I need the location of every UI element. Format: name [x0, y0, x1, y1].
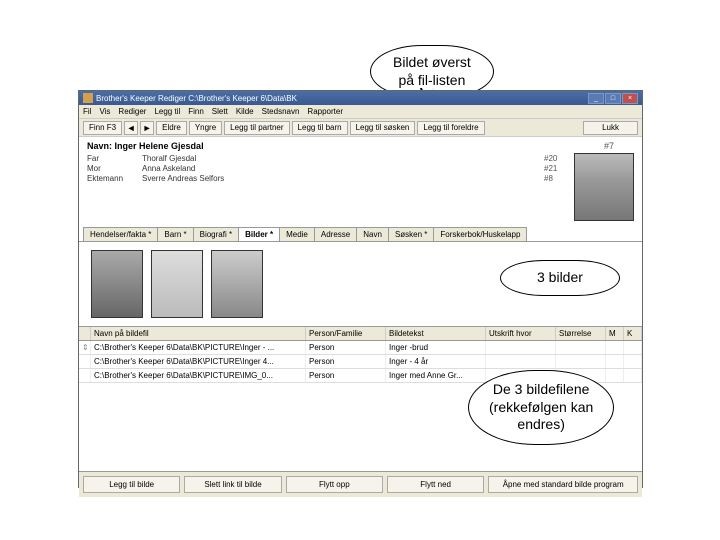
tab-sosken[interactable]: Søsken *: [388, 227, 434, 241]
col-k[interactable]: K: [624, 327, 642, 340]
tab-barn[interactable]: Barn *: [157, 227, 193, 241]
legg-bilde-button[interactable]: Legg til bilde: [83, 476, 180, 493]
relation-ektemann: Ektemann Sverre Andreas Selfors #8: [87, 174, 574, 183]
col-str[interactable]: Størrelse: [556, 327, 606, 340]
slett-link-button[interactable]: Slett link til bilde: [184, 476, 281, 493]
apne-button[interactable]: Åpne med standard bilde program: [488, 476, 638, 493]
relation-far: Far Thoralf Gjesdal #20: [87, 154, 574, 163]
thumbnail-3[interactable]: [211, 250, 263, 318]
drag-handle-icon[interactable]: [79, 355, 91, 368]
next-button[interactable]: ►: [140, 121, 154, 135]
thumbnail-1[interactable]: [91, 250, 143, 318]
menubar: Fil Vis Rediger Legg til Finn Slett Kild…: [79, 105, 642, 119]
tab-adresse[interactable]: Adresse: [314, 227, 357, 241]
tabs: Hendelser/fakta * Barn * Biografi * Bild…: [79, 227, 642, 242]
menu-finn[interactable]: Finn: [188, 107, 204, 116]
menu-fil[interactable]: Fil: [83, 107, 91, 116]
col-utskrift[interactable]: Utskrift hvor: [486, 327, 556, 340]
col-pf[interactable]: Person/Familie: [306, 327, 386, 340]
tab-bilder[interactable]: Bilder *: [238, 227, 280, 241]
person-name: Inger Helene Gjesdal: [115, 141, 204, 151]
menu-leggtil[interactable]: Legg til: [154, 107, 180, 116]
thumbnail-2[interactable]: [151, 250, 203, 318]
file-row-1[interactable]: ⇕ C:\Brother's Keeper 6\Data\BK\PICTURE\…: [79, 341, 642, 355]
tab-navn[interactable]: Navn: [356, 227, 389, 241]
titlebar-text: Brother's Keeper Rediger C:\Brother's Ke…: [96, 94, 588, 103]
legg-sosken-button[interactable]: Legg til søsken: [350, 121, 416, 135]
tab-medie[interactable]: Medie: [279, 227, 315, 241]
find-button[interactable]: Finn F3: [83, 121, 122, 135]
menu-rapporter[interactable]: Rapporter: [307, 107, 343, 116]
file-table-header: Navn på bildefil Person/Familie Bildetek…: [79, 326, 642, 341]
menu-slett[interactable]: Slett: [212, 107, 228, 116]
flytt-opp-button[interactable]: Flytt opp: [286, 476, 383, 493]
tab-forskerbok[interactable]: Forskerbok/Huskelapp: [433, 227, 527, 241]
info-section: Navn: Inger Helene Gjesdal Far Thoralf G…: [79, 137, 642, 225]
prev-button[interactable]: ◄: [124, 121, 138, 135]
close-button[interactable]: ×: [622, 93, 638, 104]
col-m[interactable]: M: [606, 327, 624, 340]
eldre-button[interactable]: Eldre: [156, 121, 187, 135]
toolbar: Finn F3 ◄ ► Eldre Yngre Legg til partner…: [79, 119, 642, 137]
bottom-toolbar: Legg til bilde Slett link til bilde Flyt…: [79, 471, 642, 497]
tab-biografi[interactable]: Biografi *: [193, 227, 239, 241]
portrait-image[interactable]: [574, 153, 634, 221]
titlebar: Brother's Keeper Rediger C:\Brother's Ke…: [79, 91, 642, 105]
legg-partner-button[interactable]: Legg til partner: [224, 121, 289, 135]
lukk-button[interactable]: Lukk: [583, 121, 638, 135]
name-row: Navn: Inger Helene Gjesdal: [87, 141, 574, 151]
tab-hendelser[interactable]: Hendelser/fakta *: [83, 227, 158, 241]
name-label: Navn:: [87, 141, 112, 151]
callout-bottom: De 3 bildefilene(rekkefølgen kanendres): [468, 370, 614, 445]
person-id: #7: [604, 141, 634, 151]
file-row-2[interactable]: C:\Brother's Keeper 6\Data\BK\PICTURE\In…: [79, 355, 642, 369]
drag-handle-icon[interactable]: [79, 369, 91, 382]
minimize-button[interactable]: _: [588, 93, 604, 104]
legg-foreldre-button[interactable]: Legg til foreldre: [417, 121, 484, 135]
callout-mid: 3 bilder: [500, 260, 620, 296]
maximize-button[interactable]: □: [605, 93, 621, 104]
legg-barn-button[interactable]: Legg til barn: [292, 121, 348, 135]
menu-kilde[interactable]: Kilde: [236, 107, 254, 116]
col-tekst[interactable]: Bildetekst: [386, 327, 486, 340]
drag-handle-icon[interactable]: ⇕: [79, 341, 91, 354]
col-navn[interactable]: Navn på bildefil: [91, 327, 306, 340]
relation-mor: Mor Anna Askeland #21: [87, 164, 574, 173]
menu-rediger[interactable]: Rediger: [118, 107, 146, 116]
flytt-ned-button[interactable]: Flytt ned: [387, 476, 484, 493]
yngre-button[interactable]: Yngre: [189, 121, 222, 135]
menu-vis[interactable]: Vis: [99, 107, 110, 116]
menu-stedsnavn[interactable]: Stedsnavn: [262, 107, 300, 116]
app-icon: [83, 93, 93, 103]
